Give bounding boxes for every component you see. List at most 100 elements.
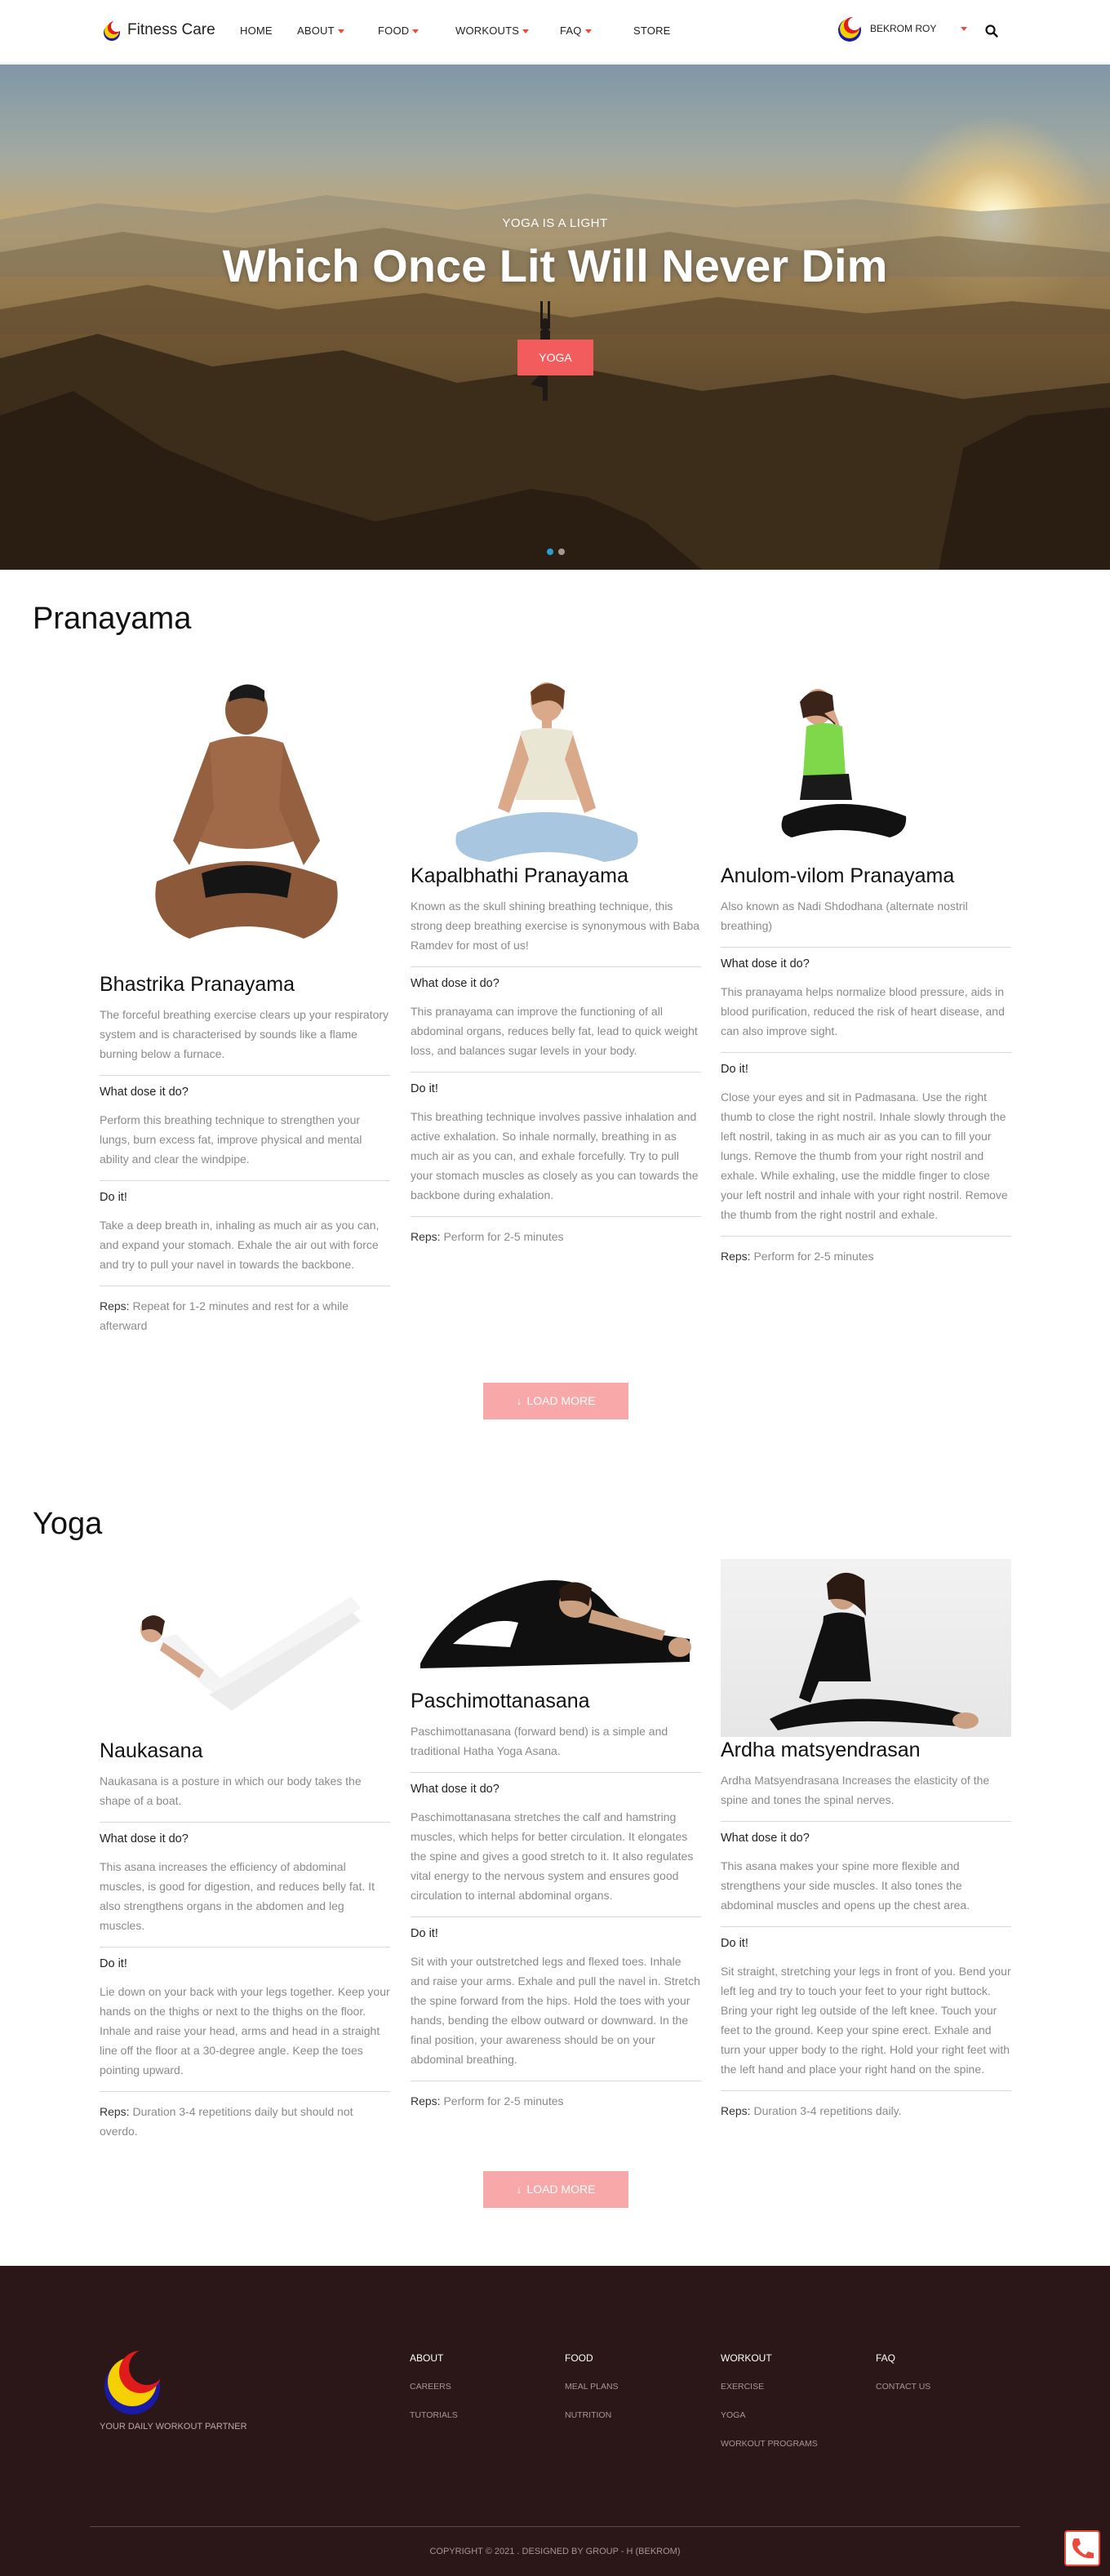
carousel-indicators [547,549,565,555]
nav-faq-label: FAQ [560,24,582,37]
footer-link-workout-programs[interactable]: WORKOUT PROGRAMS [721,2439,818,2449]
divider [411,1916,701,1917]
footer-col-workout: WORKOUT [721,2352,772,2364]
ardha-matsyendrasan-image [721,1559,1011,1737]
card-subheading: What dose it do? [721,1832,810,1845]
card-subheading: Do it! [721,1937,748,1950]
load-more-label: LOAD MORE [526,2183,596,2196]
card-subheading: Do it! [100,1957,127,1970]
card-title: Bhastrika Pranayama [100,973,295,996]
kapalbhathi-image [455,682,638,862]
card-title: Kapalbhathi Pranayama [411,864,628,887]
hero-yoga-button[interactable]: YOGA [517,340,593,375]
card-subheading: What dose it do? [411,977,500,990]
divider [721,1236,1011,1237]
divider [721,1052,1011,1053]
card-subheading: What dose it do? [100,1832,189,1845]
load-more-label: LOAD MORE [526,1394,596,1407]
copyright-prefix: COPYRIGHT [429,2547,483,2556]
nav-about-label: ABOUT [297,24,335,37]
footer-link-exercise[interactable]: EXERCISE [721,2382,764,2392]
card-reps: Reps: Duration 3-4 repetitions daily. [721,2101,1011,2121]
card-subheading: Do it! [100,1191,127,1204]
reps-value: Duration 3-4 repetitions daily but shoul… [100,2105,353,2138]
nav-home[interactable]: HOME [240,24,273,37]
chevron-down-icon [337,29,344,34]
footer-link-careers[interactable]: CAREERS [410,2382,451,2392]
load-more-yoga-button[interactable]: ↓ LOAD MORE [483,2171,628,2208]
card-reps: Reps: Perform for 2-5 minutes [411,2091,701,2111]
brand-logo-icon [104,20,122,41]
card-subheading: What dose it do? [411,1783,500,1796]
footer-divider [90,2526,1020,2527]
footer-link-yoga[interactable]: YOGA [721,2410,745,2420]
card-description: Ardha Matsyendrasana Increases the elast… [721,1774,990,1806]
divider [411,966,701,967]
card-description: Known as the skull shining breathing tec… [411,899,700,952]
section-title-pranayama: Pranayama [33,602,192,636]
divider [100,2091,390,2092]
card-reps: Reps: Perform for 2-5 minutes [411,1227,701,1246]
paschimottanasana-image [420,1580,691,1668]
footer-link-meal-plans[interactable]: MEAL PLANS [565,2382,619,2392]
card-benefits: This asana makes your spine more flexibl… [721,1859,970,1912]
designer-link[interactable]: BEKROM [638,2547,677,2556]
copyright-end: ) [677,2547,681,2556]
card-description: The forceful breathing exercise clears u… [100,1008,389,1060]
reps-label: Reps: [721,2104,751,2117]
card-subheading: Do it! [411,1927,438,1940]
card-subheading: What dose it do? [721,957,810,970]
card-benefits: This pranayama can improve the functioni… [411,1005,698,1057]
nav-store[interactable]: STORE [633,24,671,37]
nav-food-label: FOOD [378,24,410,37]
brand-logo[interactable]: Fitness Care [100,18,215,42]
nav-faq[interactable]: FAQ [560,24,592,37]
card-instructions: Lie down on your back with your legs tog… [100,1985,390,2076]
anulom-vilom-image [781,689,907,837]
divider [100,1822,390,1823]
card-bhastrika: Bhastrika Pranayama The forceful breathi… [100,973,390,1335]
divider [721,1926,1011,1927]
chevron-down-icon [584,29,592,34]
footer-link-tutorials[interactable]: TUTORIALS [410,2410,458,2420]
carousel-dot[interactable] [547,549,553,555]
divider [100,1947,390,1948]
avatar [838,17,861,42]
search-icon[interactable] [984,24,999,38]
carousel-dot[interactable] [558,549,565,555]
load-more-pranayama-button[interactable]: ↓ LOAD MORE [483,1383,628,1419]
footer-link-nutrition[interactable]: NUTRITION [565,2410,611,2420]
divider [411,1072,701,1073]
card-description: Naukasana is a posture in which our body… [100,1774,362,1807]
hero-mountains [0,193,1110,570]
footer-link-contact-us[interactable]: CONTACT US [876,2382,930,2392]
reps-label: Reps: [721,1250,751,1263]
card-anulom-vilom: Anulom-vilom Pranayama Also known as Nad… [721,864,1011,1266]
footer-col-food: FOOD [565,2352,593,2364]
divider [100,1180,390,1181]
nav-food[interactable]: FOOD [378,24,420,37]
card-benefits: Perform this breathing technique to stre… [100,1113,362,1166]
brand-name: Fitness Care [127,21,215,38]
divider [411,1216,701,1217]
hero-title: Which Once Lit Will Never Dim [222,240,888,291]
card-benefits: This pranayama helps normalize blood pre… [721,985,1005,1037]
nav-workouts[interactable]: WORKOUTS [455,24,530,37]
divider [100,1075,390,1076]
card-instructions: Sit straight, stretching your legs in fr… [721,1965,1011,2076]
footer-logo-icon[interactable] [100,2344,168,2418]
card-subheading: Do it! [721,1063,748,1076]
nav-about[interactable]: ABOUT [297,24,344,37]
card-naukasana: Naukasana Naukasana is a posture in whic… [100,1739,390,2141]
call-button[interactable] [1064,2530,1100,2566]
nav-workouts-label: WORKOUTS [455,24,520,37]
card-description: Paschimottanasana (forward bend) is a si… [411,1725,668,1757]
section-title-yoga: Yoga [33,1507,103,1541]
user-menu[interactable]: BEKROM ROY [836,15,968,42]
card-title: Anulom-vilom Pranayama [721,864,955,887]
bhastrika-image [155,684,338,939]
user-name: BEKROM ROY [870,23,937,34]
card-benefits: Paschimottanasana stretches the calf and… [411,1810,694,1902]
card-ardha-matsyendrasan: Ardha matsyendrasan Ardha Matsyendrasana… [721,1739,1011,2121]
hero-eyebrow: YOGA IS A LIGHT [502,216,608,230]
